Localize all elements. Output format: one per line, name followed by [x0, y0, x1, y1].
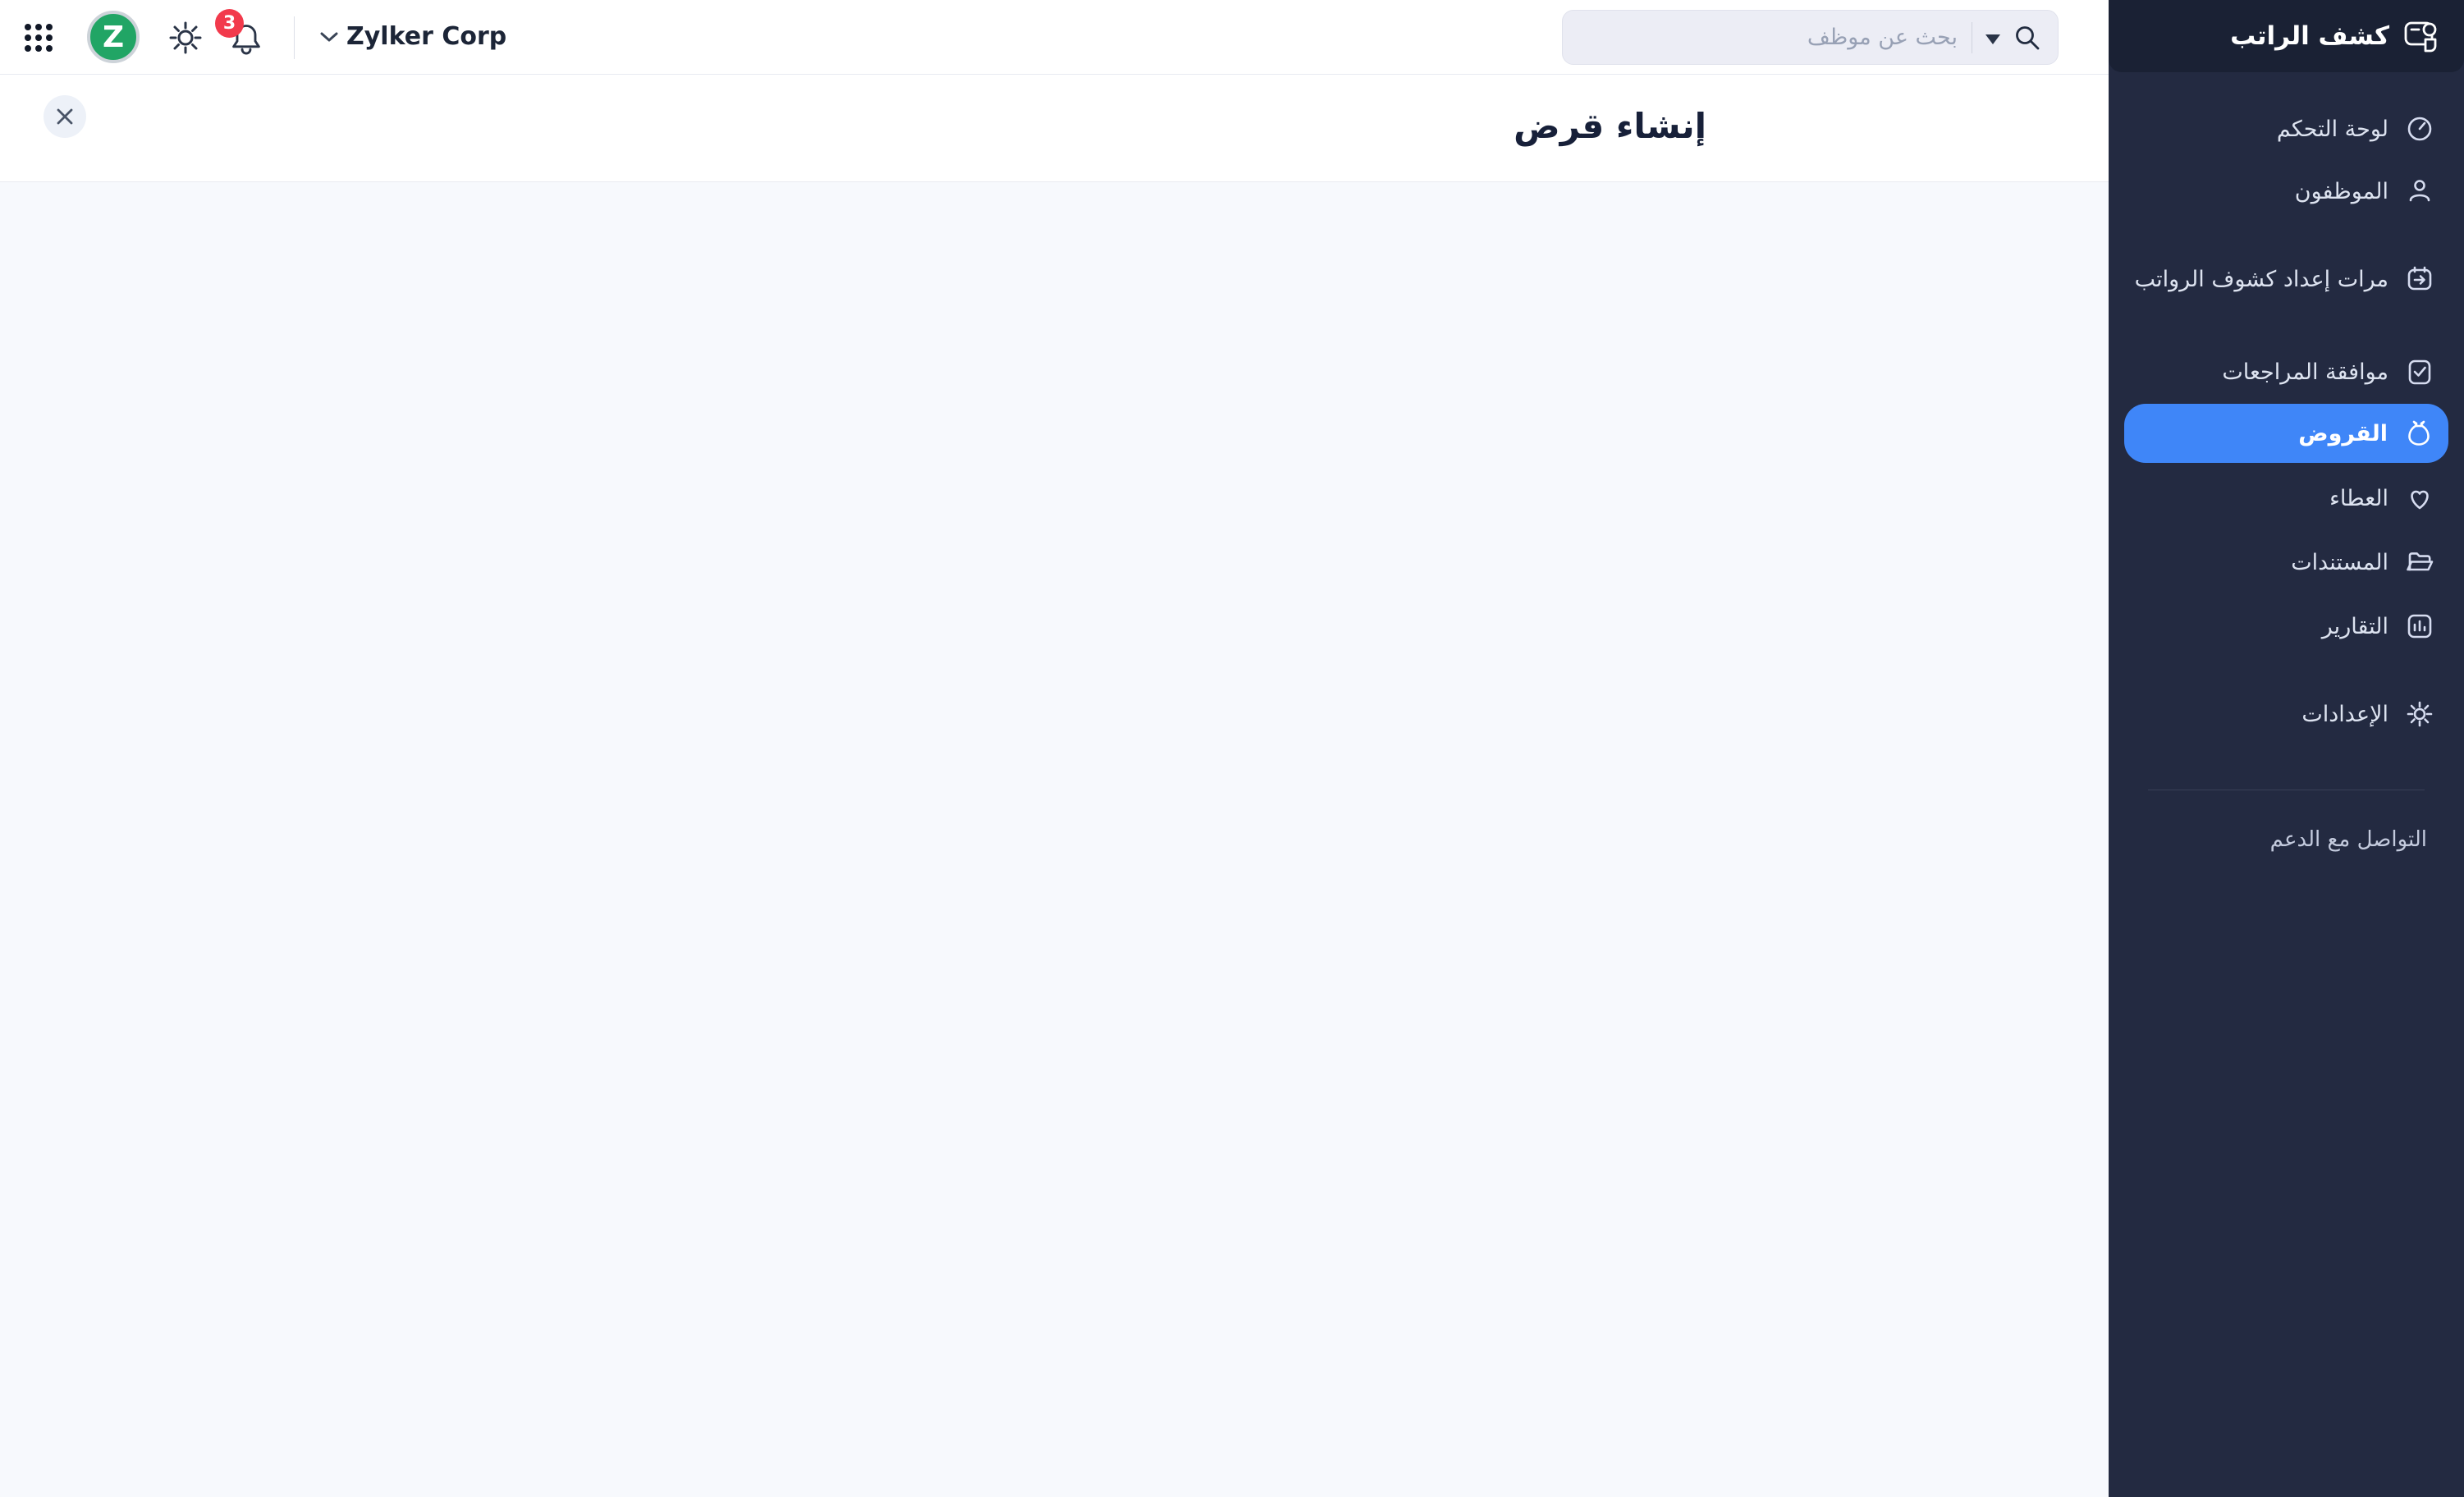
employees-icon	[2405, 176, 2434, 206]
search-icon[interactable]	[2013, 24, 2041, 52]
sidebar-item-label: موافقة المراجعات	[2222, 359, 2388, 385]
close-button[interactable]	[44, 95, 86, 138]
page-title: إنشاء قرض	[1514, 106, 1706, 146]
pay-runs-icon	[2405, 264, 2434, 294]
form-content	[0, 182, 2109, 1497]
sidebar-app-header: كشف الراتب	[2109, 0, 2464, 72]
contact-support-link[interactable]: التواصل مع الدعم	[2270, 817, 2427, 863]
sidebar-item-loans[interactable]: القروض	[2124, 404, 2448, 463]
sidebar-item-documents[interactable]: المستندات	[2291, 539, 2434, 585]
sidebar-item-pay-runs[interactable]: مرات إعداد كشوف الرواتب	[2135, 256, 2434, 302]
dashboard-icon	[2405, 114, 2434, 144]
sidebar-item-label: لوحة التحكم	[2277, 117, 2388, 142]
apps-grid-icon[interactable]	[23, 22, 54, 53]
sidebar: كشف الراتب لوحة التحكم الموظفون مرات إعد…	[2109, 0, 2464, 1497]
sidebar-item-label: الموظفون	[2295, 179, 2388, 204]
zoho-logo[interactable]: Z	[87, 11, 140, 63]
sidebar-item-donations[interactable]: العطاء	[2329, 475, 2434, 521]
notification-count-badge: 3	[215, 9, 244, 38]
employee-search	[1562, 10, 2059, 65]
sidebar-item-label: مرات إعداد كشوف الرواتب	[2135, 267, 2388, 292]
donations-icon	[2405, 483, 2434, 513]
sidebar-item-reports[interactable]: التقارير	[2322, 603, 2434, 649]
company-chevron-down-icon[interactable]	[320, 31, 338, 43]
sidebar-item-employees[interactable]: الموظفون	[2295, 168, 2434, 214]
sidebar-item-label: التقارير	[2322, 614, 2388, 639]
search-filter-dropdown-icon[interactable]	[1985, 34, 2000, 44]
loan-create-page: { "topbar": { "company": "Zylker Corp", …	[0, 0, 2464, 1497]
topbar-divider	[294, 16, 295, 59]
top-bar: Z 3 Zylker Corp	[0, 0, 2109, 75]
page-header: إنشاء قرض	[0, 75, 2109, 182]
search-input[interactable]	[1580, 11, 1958, 64]
reports-icon	[2405, 611, 2434, 641]
payroll-app-icon	[2402, 16, 2442, 56]
sidebar-item-label: القروض	[2298, 421, 2388, 446]
sidebar-app-title: كشف الراتب	[2230, 21, 2389, 51]
sidebar-item-approvals[interactable]: موافقة المراجعات	[2222, 349, 2434, 395]
company-name[interactable]: Zylker Corp	[346, 22, 506, 51]
gear-icon[interactable]	[167, 19, 204, 57]
approvals-icon	[2405, 357, 2434, 387]
sidebar-item-label: المستندات	[2291, 550, 2388, 575]
sidebar-item-label: العطاء	[2329, 486, 2388, 511]
documents-icon	[2405, 547, 2434, 577]
sidebar-item-dashboard[interactable]: لوحة التحكم	[2277, 106, 2434, 152]
sidebar-item-label: الإعدادات	[2301, 702, 2388, 727]
loans-icon	[2404, 419, 2434, 448]
settings-icon	[2405, 699, 2434, 729]
sidebar-item-settings[interactable]: الإعدادات	[2301, 691, 2434, 737]
